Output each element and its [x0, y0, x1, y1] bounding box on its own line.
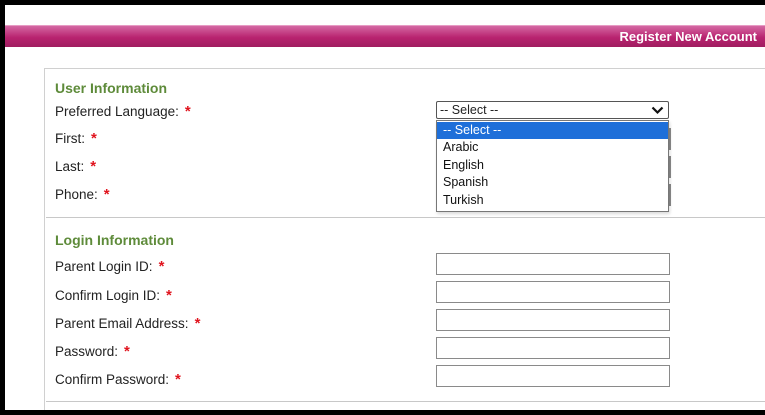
required-marker: *	[91, 130, 97, 147]
last-name-input-edge[interactable]	[669, 156, 671, 178]
required-marker: *	[194, 315, 201, 332]
required-marker: *	[175, 371, 181, 388]
password-label: Password: *	[55, 344, 130, 360]
first-name-label-text: First:	[55, 131, 85, 146]
required-marker: *	[103, 186, 110, 203]
select-value: -- Select --	[440, 103, 499, 117]
required-marker: *	[158, 258, 165, 275]
page-title: Register New Account	[619, 29, 758, 44]
first-name-input-edge[interactable]	[669, 128, 671, 150]
preferred-language-label-text: Preferred Language:	[55, 104, 179, 119]
required-marker: *	[184, 103, 191, 120]
section-divider-bottom	[46, 401, 765, 402]
parent-email-label: Parent Email Address: *	[55, 316, 200, 332]
parent-email-label-text: Parent Email Address:	[55, 316, 189, 331]
required-marker: *	[124, 343, 130, 360]
confirm-password-label-text: Confirm Password:	[55, 372, 170, 387]
phone-label-text: Phone:	[55, 187, 98, 202]
header-bar: Register New Account	[5, 25, 765, 47]
confirm-login-id-input[interactable]	[436, 281, 670, 303]
password-label-text: Password:	[55, 344, 119, 359]
parent-login-id-label-text: Parent Login ID:	[55, 259, 153, 274]
section-divider	[46, 217, 765, 218]
preferred-language-label: Preferred Language: *	[55, 104, 191, 120]
required-marker: *	[166, 287, 172, 304]
user-information-heading: User Information	[55, 80, 168, 96]
option-turkish[interactable]: Turkish	[437, 192, 668, 209]
preferred-language-select[interactable]: -- Select --	[436, 101, 669, 119]
last-name-label-text: Last:	[55, 159, 85, 174]
option-select[interactable]: -- Select --	[437, 122, 668, 139]
confirm-login-id-label: Confirm Login ID: *	[55, 288, 172, 304]
page-frame: Register New Account User Information Pr…	[0, 0, 765, 415]
first-name-label: First: *	[55, 131, 97, 147]
phone-input-edge[interactable]	[669, 184, 671, 206]
option-english[interactable]: English	[437, 157, 668, 174]
password-input[interactable]	[436, 337, 670, 359]
option-spanish[interactable]: Spanish	[437, 174, 668, 191]
login-information-heading: Login Information	[55, 232, 174, 248]
last-name-label: Last: *	[55, 159, 96, 175]
parent-email-input[interactable]	[436, 309, 670, 331]
option-arabic[interactable]: Arabic	[437, 139, 668, 156]
phone-label: Phone: *	[55, 187, 110, 203]
confirm-password-label: Confirm Password: *	[55, 372, 181, 388]
parent-login-id-label: Parent Login ID: *	[55, 259, 164, 275]
language-dropdown-list: -- Select -- Arabic English Spanish Turk…	[436, 120, 669, 212]
parent-login-id-input[interactable]	[436, 253, 670, 275]
chevron-down-icon	[651, 106, 664, 115]
confirm-login-id-label-text: Confirm Login ID:	[55, 288, 161, 303]
required-marker: *	[90, 158, 97, 175]
confirm-password-input[interactable]	[436, 365, 670, 387]
